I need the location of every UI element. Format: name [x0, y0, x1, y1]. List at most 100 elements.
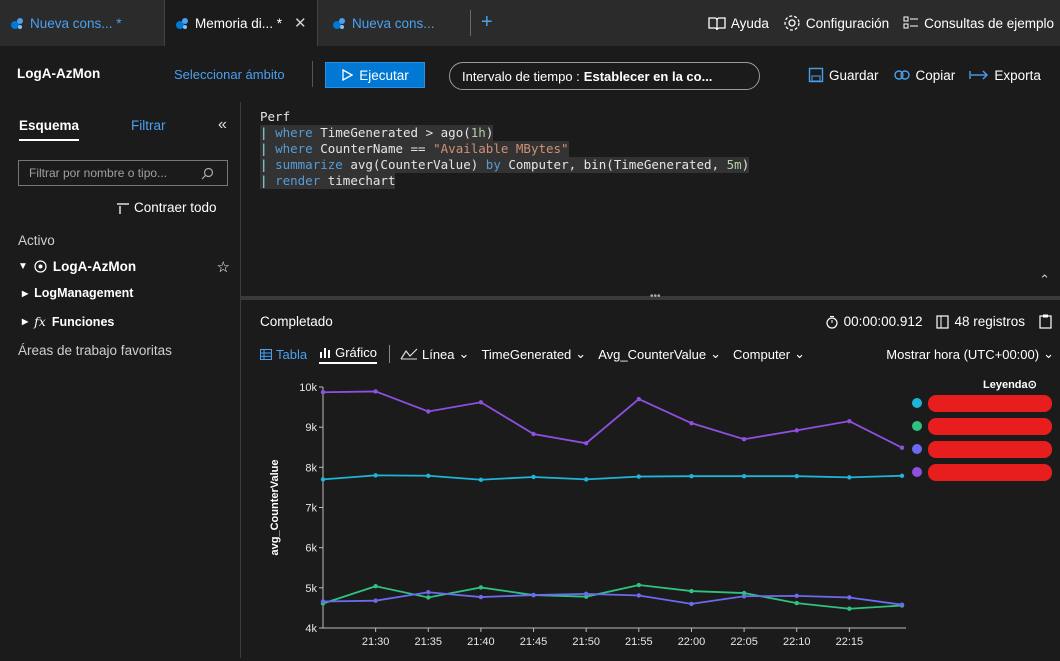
settings-link[interactable]: Configuración — [783, 14, 889, 32]
chevron-down-icon: ⌄ — [575, 346, 587, 361]
query-status: Completado — [260, 314, 333, 329]
legend-swatch-4 — [912, 467, 922, 477]
tree-node-logmanagement[interactable]: ▶ LogManagement — [22, 286, 133, 300]
data-point — [426, 590, 431, 595]
star-icon[interactable]: ☆ — [217, 258, 230, 276]
query-editor[interactable]: Perf | where TimeGenerated > ago(1h) | w… — [241, 102, 1060, 296]
collapse-editor-icon[interactable]: ⌃ — [1039, 272, 1050, 288]
data-point — [899, 445, 905, 450]
favorite-workspaces-heading: Áreas de trabajo favoritas — [18, 343, 172, 358]
tab-table[interactable]: Tabla — [260, 347, 307, 362]
tab-new-query-1[interactable]: Nueva cons... * — [0, 0, 152, 46]
data-point — [583, 591, 589, 597]
records-icon — [936, 314, 950, 329]
data-point — [899, 602, 905, 607]
tab-schema[interactable]: Esquema — [19, 118, 80, 141]
tabs-divider — [388, 345, 390, 363]
data-point — [478, 400, 484, 405]
code-line-5: | render timechart — [260, 173, 396, 189]
log-analytics-icon — [11, 18, 23, 29]
workspace-tree-item[interactable]: ▼ LogA-AzMon ☆ — [18, 258, 230, 276]
save-button[interactable]: Guardar — [808, 67, 879, 83]
copy-button[interactable]: Copiar — [893, 67, 956, 83]
log-analytics-icon — [176, 18, 188, 29]
close-icon[interactable]: ✕ — [294, 14, 307, 32]
tab-new-query-2[interactable]: Nueva cons... — [322, 0, 462, 46]
data-point — [373, 389, 378, 394]
chevron-down-icon: ⌄ — [710, 346, 722, 361]
chevron-down-icon: ⌄ — [458, 346, 470, 361]
duration: 00:00:00.912 — [825, 314, 922, 329]
data-point — [478, 477, 484, 482]
sample-queries-link[interactable]: Consultas de ejemplo — [903, 16, 1054, 31]
x-tick-label: 22:10 — [783, 636, 811, 648]
export-arrow-icon — [969, 70, 989, 80]
time-range-picker[interactable]: Intervalo de tiempo : Establecer en la c… — [449, 62, 760, 90]
tree-node-functions[interactable]: ▶ fx Funciones — [22, 314, 114, 329]
legend-swatch-3 — [912, 444, 922, 454]
export-button[interactable]: Exporta — [969, 67, 1041, 83]
add-tab-button[interactable]: + — [470, 10, 493, 36]
run-label: Ejecutar — [359, 67, 409, 83]
y-axis-dropdown[interactable]: Avg_CounterValue ⌄ — [598, 346, 721, 362]
x-axis-dropdown[interactable]: TimeGenerated ⌄ — [481, 346, 586, 362]
legend-title[interactable]: Leyenda⊙ — [983, 378, 1037, 391]
data-point — [689, 473, 694, 479]
chart-type-dropdown[interactable]: Línea ⌄ — [400, 346, 469, 362]
tab-filter[interactable]: Filtrar — [131, 118, 166, 133]
data-point — [794, 593, 799, 599]
tab-memory[interactable]: Memoria di... * ✕ — [164, 0, 318, 46]
x-tick-label: 22:00 — [678, 636, 706, 648]
book-icon — [708, 16, 726, 30]
copy-label: Copiar — [915, 67, 956, 83]
x-tick-label: 22:05 — [730, 636, 758, 648]
y-tick-label: 6k — [305, 543, 317, 555]
data-point — [320, 599, 326, 604]
play-icon — [342, 69, 354, 81]
x-tick-label: 21:35 — [415, 636, 443, 648]
collapse-all-icon — [117, 202, 129, 214]
tab-chart[interactable]: Gráfico — [319, 345, 377, 364]
data-point — [373, 473, 378, 478]
collapse-all-button[interactable]: Contraer todo — [116, 200, 217, 215]
data-point — [689, 420, 694, 426]
chart-container: 4k 5k 6k 7k 8k 9k 10k 21:30 21:35 21:40 21:45 21:50… — [245, 369, 1060, 658]
clipboard-icon[interactable] — [1039, 314, 1052, 329]
legend-title-label: Leyenda — [983, 379, 1028, 391]
data-point — [741, 594, 747, 599]
line-chart: 4k 5k 6k 7k 8k 9k 10k 21:30 21:35 21:40 21:45 21:50… — [269, 382, 1052, 648]
data-point — [741, 437, 747, 442]
run-button[interactable]: Ejecutar — [325, 62, 425, 88]
data-point — [531, 592, 536, 598]
tab-label: Memoria di... * — [195, 15, 283, 31]
help-label: Ayuda — [730, 15, 769, 31]
bar-chart-icon — [320, 347, 331, 358]
chevron-down-icon: ⌄ — [794, 346, 806, 361]
split-by-dropdown[interactable]: Computer ⌄ — [733, 346, 805, 362]
search-icon — [201, 167, 214, 179]
chevron-right-icon: ▶ — [22, 288, 29, 298]
tab-chart-label: Gráfico — [335, 344, 377, 360]
tab-label: Nueva cons... * — [30, 15, 122, 31]
tree-node-label: LogManagement — [34, 286, 134, 300]
chevron-down-icon: ⌄ — [1043, 346, 1054, 361]
tab-table-label: Tabla — [276, 346, 308, 362]
code-line-3: | where CounterName == "Available MBytes… — [260, 141, 569, 157]
y-tick-label: 8k — [305, 462, 317, 474]
select-scope-link[interactable]: Seleccionar ámbito — [174, 67, 285, 82]
schema-search-input[interactable] — [27, 165, 201, 181]
data-point — [636, 396, 642, 402]
data-point — [899, 473, 905, 478]
data-point — [373, 584, 378, 589]
data-point — [531, 431, 536, 437]
record-count-value: 48 registros — [954, 314, 1025, 329]
time-range-value: Establecer en la co... — [583, 68, 713, 84]
top-links: Ayuda Configuración Consultas de ejemplo — [708, 0, 1054, 46]
collapse-all-label: Contraer todo — [134, 200, 217, 215]
collapse-sidebar-icon[interactable]: « — [218, 116, 227, 134]
results-meta: 00:00:00.912 48 registros — [825, 314, 1052, 329]
y-tick-label: 4k — [305, 623, 317, 635]
timezone-dropdown[interactable]: Mostrar hora (UTC+00:00) ⌄ — [886, 346, 1054, 362]
x-tick-label: 21:30 — [362, 636, 390, 648]
help-link[interactable]: Ayuda — [708, 16, 769, 31]
